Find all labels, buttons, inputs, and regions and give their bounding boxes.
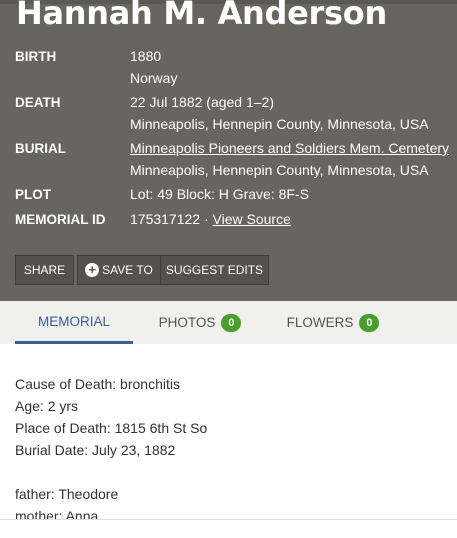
bio-line: Place of Death: 1815 6th St So: [15, 420, 208, 436]
tab-photos[interactable]: PHOTOS 0: [145, 301, 255, 344]
bio-line: Age: 2 yrs: [15, 398, 79, 414]
birth-date: 1880: [130, 48, 162, 64]
death-label: DEATH: [15, 95, 61, 110]
bio-line: Cause of Death: bronchitis: [15, 376, 180, 392]
save-to-button-label: SAVE TO: [102, 263, 153, 277]
save-to-button[interactable]: + SAVE TO: [77, 255, 161, 285]
birth-label: BIRTH: [15, 49, 57, 64]
memorial-id-value: 175317122 ·: [130, 211, 209, 227]
add-circle-icon: +: [85, 263, 100, 277]
burial-cemetery-link[interactable]: Minneapolis Pioneers and Soldiers Mem. C…: [130, 140, 449, 156]
suggest-edits-button-label: SUGGEST EDITS: [165, 263, 264, 277]
tab-flowers[interactable]: FLOWERS 0: [278, 301, 388, 344]
memorial-header: Hannah M. Anderson BIRTH 1880 Norway DEA…: [0, 0, 457, 301]
plot-value: Lot: 49 Block: H Grave: 8F-S: [130, 186, 309, 202]
death-place: Minneapolis, Hennepin County, Minnesota,…: [130, 116, 429, 132]
tab-photos-label: PHOTOS: [158, 315, 216, 330]
flowers-count-badge: 0: [359, 313, 380, 332]
tab-memorial-label: MEMORIAL: [37, 313, 110, 329]
memorial-id-label: MEMORIAL ID: [15, 212, 106, 227]
plot-label: PLOT: [15, 187, 51, 202]
photos-count-badge: 0: [221, 313, 242, 332]
suggest-edits-button[interactable]: SUGGEST EDITS: [160, 255, 269, 285]
memorial-tabs: MEMORIAL PHOTOS 0 FLOWERS 0: [0, 301, 457, 344]
view-source-link[interactable]: View Source: [213, 211, 291, 227]
burial-place: Minneapolis, Hennepin County, Minnesota,…: [130, 162, 429, 178]
memorial-name: Hannah M. Anderson: [16, 0, 387, 32]
share-button[interactable]: SHARE: [15, 255, 74, 285]
memorial-id-row: 175317122 · View Source: [130, 211, 291, 227]
death-date: 22 Jul 1882 (aged 1–2): [130, 94, 274, 110]
birth-place: Norway: [130, 70, 178, 86]
bottom-bar: [0, 519, 457, 538]
bio-line: Burial Date: July 23, 1882: [15, 442, 176, 458]
burial-label: BURIAL: [15, 141, 66, 156]
share-button-label: SHARE: [23, 263, 66, 277]
bio-line: father: Theodore: [15, 486, 119, 502]
tab-memorial[interactable]: MEMORIAL: [15, 301, 133, 344]
tab-flowers-label: FLOWERS: [286, 315, 354, 330]
